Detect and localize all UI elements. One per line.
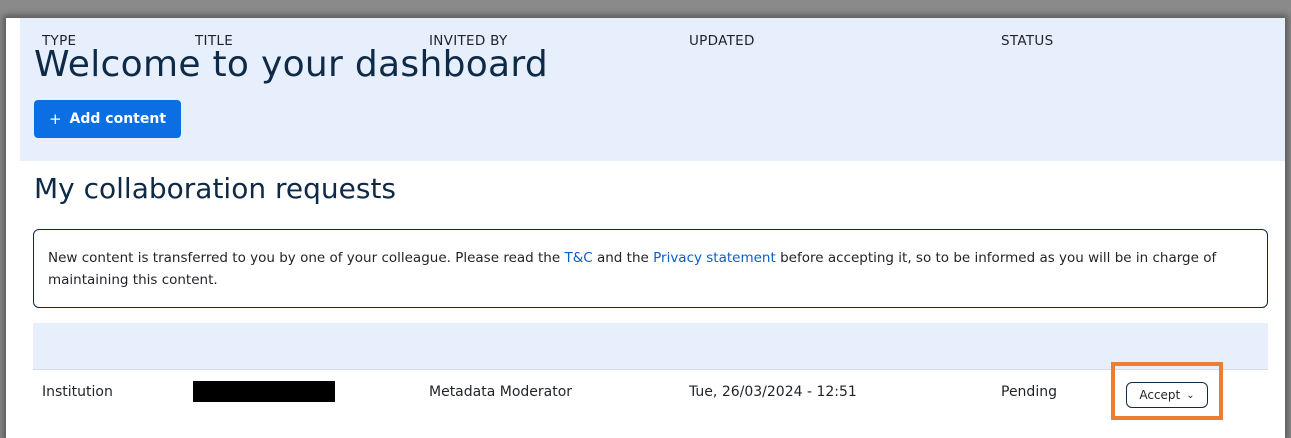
chevron-down-icon: ⌄ bbox=[1186, 389, 1195, 401]
accept-label: Accept bbox=[1139, 388, 1181, 402]
section-title: My collaboration requests bbox=[34, 172, 397, 205]
add-content-button[interactable]: + Add content bbox=[34, 100, 181, 138]
notice-text-before: New content is transferred to you by one… bbox=[48, 250, 565, 266]
cell-type: Institution bbox=[42, 384, 113, 400]
cell-updated: Tue, 26/03/2024 - 12:51 bbox=[689, 384, 857, 400]
plus-icon: + bbox=[48, 110, 62, 128]
notice-text-middle: and the bbox=[592, 250, 654, 266]
table-header bbox=[33, 323, 1268, 369]
cell-status: Pending bbox=[1001, 384, 1057, 400]
accept-dropdown-button[interactable]: Accept ⌄ bbox=[1126, 382, 1208, 408]
column-header-invited-by: INVITED BY bbox=[429, 33, 508, 49]
info-notice: New content is transferred to you by one… bbox=[33, 229, 1268, 308]
column-header-type: TYPE bbox=[42, 33, 77, 49]
page-title: Welcome to your dashboard bbox=[34, 44, 549, 85]
add-content-label: Add content bbox=[69, 111, 167, 127]
redacted-title bbox=[193, 381, 335, 402]
column-header-updated: UPDATED bbox=[689, 33, 755, 49]
table-row-divider bbox=[33, 369, 1268, 370]
privacy-statement-link[interactable]: Privacy statement bbox=[653, 250, 776, 266]
column-header-title: TITLE bbox=[195, 33, 234, 49]
column-header-status: STATUS bbox=[1001, 33, 1054, 49]
dashboard-window: Welcome to your dashboard + Add content … bbox=[6, 18, 1285, 438]
cell-invited-by: Metadata Moderator bbox=[429, 384, 573, 400]
tc-link[interactable]: T&C bbox=[564, 250, 592, 266]
